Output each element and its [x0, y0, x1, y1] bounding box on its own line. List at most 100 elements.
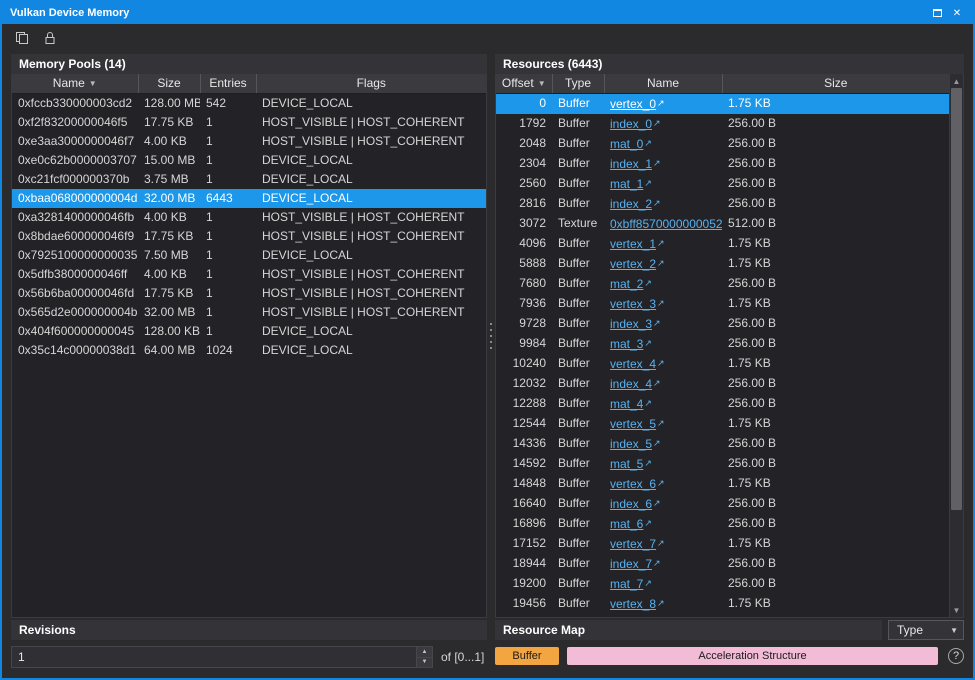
resource-row[interactable]: 14336Bufferindex_5↗256.00 B	[496, 434, 949, 454]
column-header-type[interactable]: Type	[552, 74, 604, 93]
resource-map-type-select[interactable]: Type ▼	[888, 620, 964, 640]
resource-row[interactable]: 19456Buffervertex_8↗1.75 KB	[496, 594, 949, 614]
memory-pool-row[interactable]: 0xc21fcf000000370b3.75 MB1DEVICE_LOCAL	[12, 170, 486, 189]
spin-up-icon[interactable]: ▲	[417, 647, 432, 658]
resource-link[interactable]: mat_1↗	[610, 177, 652, 191]
resource-link[interactable]: index_4↗	[610, 377, 661, 391]
column-header-name[interactable]: Name▼	[12, 74, 138, 93]
resource-row[interactable]: 2816Bufferindex_2↗256.00 B	[496, 194, 949, 214]
memory-pool-row[interactable]: 0x8bdae600000046f917.75 KB1HOST_VISIBLE …	[12, 227, 486, 246]
copy-button[interactable]	[10, 27, 34, 49]
spin-down-icon[interactable]: ▼	[417, 658, 432, 668]
scrollbar-thumb[interactable]	[951, 88, 962, 510]
resource-link[interactable]: 0xbff8570000000052↗	[610, 217, 722, 231]
memory-pool-row[interactable]: 0x5dfb3800000046ff4.00 KB1HOST_VISIBLE |…	[12, 265, 486, 284]
help-icon[interactable]: ?	[948, 648, 964, 664]
resource-link[interactable]: vertex_3↗	[610, 297, 665, 311]
resource-link[interactable]: mat_3↗	[610, 337, 652, 351]
resource-row[interactable]: 10240Buffervertex_4↗1.75 KB	[496, 354, 949, 374]
resource-link[interactable]: index_0↗	[610, 117, 661, 131]
memory-pool-row[interactable]: 0x565d2e000000004b32.00 MB1HOST_VISIBLE …	[12, 303, 486, 322]
resource-link[interactable]: vertex_6↗	[610, 477, 665, 491]
resource-link[interactable]: mat_5↗	[610, 457, 652, 471]
cell-name: 0xe3aa3000000046f7	[12, 132, 138, 151]
resource-link[interactable]: vertex_1↗	[610, 237, 665, 251]
memory-pool-row[interactable]: 0xa3281400000046fb4.00 KB1HOST_VISIBLE |…	[12, 208, 486, 227]
memory-pool-row[interactable]: 0x56b6ba00000046fd17.75 KB1HOST_VISIBLE …	[12, 284, 486, 303]
column-header-entries[interactable]: Entries	[200, 74, 256, 93]
memory-pool-row[interactable]: 0xe3aa3000000046f74.00 KB1HOST_VISIBLE |…	[12, 132, 486, 151]
scroll-down-icon[interactable]: ▼	[950, 603, 963, 617]
resource-link[interactable]: vertex_7↗	[610, 537, 665, 551]
resource-row[interactable]: 7936Buffervertex_3↗1.75 KB	[496, 294, 949, 314]
resource-link[interactable]: mat_0↗	[610, 137, 652, 151]
legend-chip-buffer[interactable]: Buffer	[495, 647, 559, 665]
resource-row[interactable]: 16896Buffermat_6↗256.00 B	[496, 514, 949, 534]
resource-link[interactable]: index_6↗	[610, 497, 661, 511]
resource-row[interactable]: 16640Bufferindex_6↗256.00 B	[496, 494, 949, 514]
resource-link[interactable]: vertex_0↗	[610, 97, 665, 111]
revision-input[interactable]	[12, 647, 416, 667]
resource-link[interactable]: vertex_8↗	[610, 597, 665, 611]
resource-row[interactable]: 5888Buffervertex_2↗1.75 KB	[496, 254, 949, 274]
resource-link[interactable]: mat_4↗	[610, 397, 652, 411]
column-header-offset[interactable]: Offset▼	[496, 74, 552, 93]
resource-link[interactable]: mat_2↗	[610, 277, 652, 291]
resource-row[interactable]: 3072Texture0xbff8570000000052↗512.00 B	[496, 214, 949, 234]
resource-row[interactable]: 14592Buffermat_5↗256.00 B	[496, 454, 949, 474]
lock-button[interactable]	[38, 27, 62, 49]
float-button[interactable]	[927, 4, 947, 22]
scroll-up-icon[interactable]: ▲	[950, 74, 963, 88]
resource-row[interactable]: 2560Buffermat_1↗256.00 B	[496, 174, 949, 194]
column-header-name[interactable]: Name	[604, 74, 722, 93]
cell-size: 4.00 KB	[138, 265, 200, 284]
resource-link[interactable]: index_5↗	[610, 437, 661, 451]
resource-link[interactable]: index_8↗	[610, 617, 661, 618]
column-header-size[interactable]: Size	[722, 74, 949, 93]
resource-row[interactable]: 2304Bufferindex_1↗256.00 B	[496, 154, 949, 174]
cell-size: 256.00 B	[722, 554, 949, 574]
resources-scrollbar[interactable]: ▲ ▼	[949, 74, 963, 617]
memory-pool-row[interactable]: 0xe0c62b000000370715.00 MB1DEVICE_LOCAL	[12, 151, 486, 170]
memory-pool-row[interactable]: 0x79251000000000357.50 MB1DEVICE_LOCAL	[12, 246, 486, 265]
memory-pool-row[interactable]: 0xbaa068000000004d32.00 MB6443DEVICE_LOC…	[12, 189, 486, 208]
column-header-size[interactable]: Size	[138, 74, 200, 93]
resource-row[interactable]: 2048Buffermat_0↗256.00 B	[496, 134, 949, 154]
resource-link[interactable]: index_1↗	[610, 157, 661, 171]
resource-row[interactable]: 19200Buffermat_7↗256.00 B	[496, 574, 949, 594]
resource-row[interactable]: 12544Buffervertex_5↗1.75 KB	[496, 414, 949, 434]
panel-splitter[interactable]	[487, 54, 495, 618]
resource-link[interactable]: vertex_2↗	[610, 257, 665, 271]
resource-row[interactable]: 14848Buffervertex_6↗1.75 KB	[496, 474, 949, 494]
resource-row[interactable]: 9984Buffermat_3↗256.00 B	[496, 334, 949, 354]
memory-pool-row[interactable]: 0x404f600000000045128.00 KB1DEVICE_LOCAL	[12, 322, 486, 341]
resource-link[interactable]: mat_6↗	[610, 517, 652, 531]
resource-row[interactable]: 18944Bufferindex_7↗256.00 B	[496, 554, 949, 574]
resource-row[interactable]: 9728Bufferindex_3↗256.00 B	[496, 314, 949, 334]
legend-chip-acceleration-structure[interactable]: Acceleration Structure	[567, 647, 938, 665]
scrollbar-track[interactable]	[950, 88, 963, 603]
column-header-flags[interactable]: Flags	[256, 74, 486, 93]
resource-row[interactable]: 1792Bufferindex_0↗256.00 B	[496, 114, 949, 134]
resource-row[interactable]: 17152Buffervertex_7↗1.75 KB	[496, 534, 949, 554]
resource-link[interactable]: index_7↗	[610, 557, 661, 571]
resource-row[interactable]: 4096Buffervertex_1↗1.75 KB	[496, 234, 949, 254]
resource-row[interactable]: 12288Buffermat_4↗256.00 B	[496, 394, 949, 414]
cell-type: Texture	[552, 214, 604, 234]
resource-link[interactable]: vertex_5↗	[610, 417, 665, 431]
resource-link[interactable]: mat_7↗	[610, 577, 652, 591]
close-button[interactable]: ✕	[947, 4, 967, 22]
resource-link[interactable]: index_2↗	[610, 197, 661, 211]
resource-row[interactable]: 0Buffervertex_0↗1.75 KB	[496, 93, 949, 114]
memory-pool-row[interactable]: 0x35c14c00000038d164.00 MB1024DEVICE_LOC…	[12, 341, 486, 360]
memory-pool-row[interactable]: 0xf2f83200000046f517.75 KB1HOST_VISIBLE …	[12, 113, 486, 132]
memory-pool-row[interactable]: 0xfccb330000003cd2128.00 MB542DEVICE_LOC…	[12, 93, 486, 113]
resource-link[interactable]: index_3↗	[610, 317, 661, 331]
resource-row[interactable]: 21248Bufferindex_8↗256.00 B	[496, 614, 949, 618]
resource-row[interactable]: 12032Bufferindex_4↗256.00 B	[496, 374, 949, 394]
external-link-icon: ↗	[657, 354, 665, 373]
resource-row[interactable]: 7680Buffermat_2↗256.00 B	[496, 274, 949, 294]
cell-size: 17.75 KB	[138, 227, 200, 246]
resource-link[interactable]: vertex_4↗	[610, 357, 665, 371]
titlebar[interactable]: Vulkan Device Memory ✕	[2, 2, 973, 24]
